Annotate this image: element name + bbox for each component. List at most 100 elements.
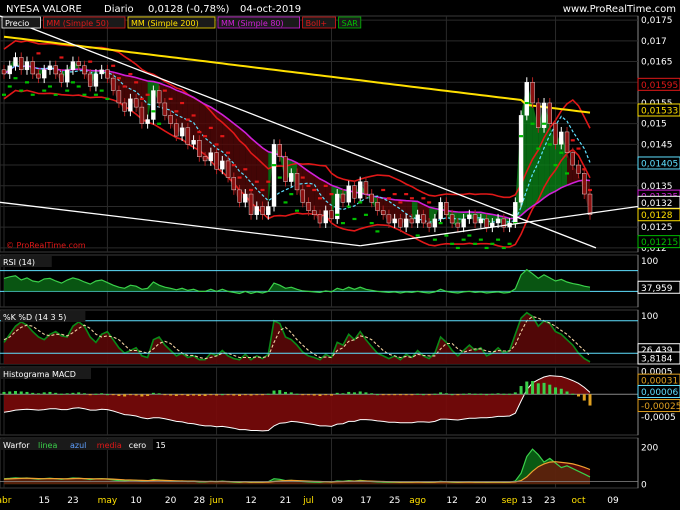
candle-body <box>59 73 64 83</box>
macd-hist-bar <box>358 391 362 395</box>
macd-hist-bar <box>548 384 552 395</box>
macd-hist-bar <box>19 391 23 395</box>
y-tick-main: 0,017 <box>641 37 667 47</box>
macd-hist-bar <box>82 393 86 395</box>
candle-body <box>432 218 438 228</box>
x-tick-label: 12 <box>245 496 256 506</box>
legend-item: MM (Simple 80) <box>221 19 284 28</box>
macd-hist-bar <box>364 392 368 395</box>
macd-hist-bar <box>329 394 333 396</box>
x-tick-label: 09 <box>607 496 619 506</box>
sar-dot <box>432 238 437 241</box>
candle-body <box>403 218 409 228</box>
sar-dot <box>203 135 208 138</box>
y-tick-main: 0,0125 <box>641 223 673 233</box>
macd-hist-bar <box>404 394 408 396</box>
candle-body <box>449 214 455 224</box>
sar-dot <box>346 205 351 208</box>
sar-dot <box>375 230 380 233</box>
warfor-legend-item: azul <box>70 441 86 450</box>
macd-hist-bar <box>295 393 299 395</box>
candle-body <box>197 140 202 157</box>
sar-dot <box>272 164 277 167</box>
header-date: 04-oct-2019 <box>240 4 301 15</box>
macd-hist-bar <box>65 393 69 395</box>
sar-dot <box>582 168 587 171</box>
sar-dot <box>507 242 512 245</box>
sar-dot <box>185 118 190 121</box>
macd-hist-bar <box>542 382 546 395</box>
sar-dot <box>570 139 575 142</box>
sar-dot <box>134 81 139 84</box>
sar-dot <box>530 122 535 125</box>
sar-dot <box>7 85 12 88</box>
candle-body <box>110 77 116 91</box>
macd-hist-bar <box>427 394 431 396</box>
candle-body <box>409 218 415 224</box>
candle-body <box>582 173 587 195</box>
macd-hist-bar <box>226 394 230 396</box>
sar-dot <box>208 126 213 129</box>
sar-dot <box>473 242 478 245</box>
sar-dot <box>24 81 29 84</box>
y-tick-macd: -0,0005 <box>641 413 676 423</box>
candle-body <box>248 193 254 215</box>
legend-item: MM (Simple 50) <box>46 19 109 28</box>
x-tick-label: 23 <box>544 496 555 506</box>
candle-body <box>179 127 185 137</box>
value-tag-text: 0,00006 <box>641 388 678 398</box>
sar-dot <box>65 89 70 92</box>
warfor-legend-item: cero <box>129 441 146 450</box>
candle-body <box>421 214 426 224</box>
candle-body <box>24 61 30 71</box>
sar-dot <box>398 201 403 204</box>
sar-dot <box>392 193 397 196</box>
sar-dot <box>317 197 322 200</box>
sar-dot <box>231 164 236 167</box>
candle-body <box>352 185 357 199</box>
sar-dot <box>116 77 121 80</box>
macd-hist-bar <box>255 394 259 396</box>
macd-hist-bar <box>209 394 213 396</box>
sar-dot <box>162 89 167 92</box>
sar-dot <box>88 60 93 63</box>
candle-body <box>254 206 259 215</box>
sar-dot <box>559 151 564 154</box>
macd-hist-bar <box>318 394 322 397</box>
candle-body <box>277 144 282 157</box>
macd-hist-bar <box>180 394 184 396</box>
candle-body <box>231 177 237 191</box>
macd-hist-bar <box>203 394 207 397</box>
candle-body <box>191 140 196 145</box>
sar-dot <box>277 176 282 179</box>
sar-dot <box>547 143 552 146</box>
macd-hist-bar <box>473 393 477 395</box>
sar-dot <box>283 201 288 204</box>
sar-dot <box>220 135 225 138</box>
sar-dot <box>99 89 104 92</box>
candle-body <box>472 214 478 224</box>
candle-body <box>553 123 558 145</box>
sar-dot <box>409 197 414 200</box>
sar-dot <box>266 180 271 183</box>
candle-body <box>260 206 265 215</box>
macd-hist-bar <box>306 394 310 396</box>
candle-body <box>340 193 346 203</box>
macd-hist-bar <box>341 393 345 395</box>
macd-hist-bar <box>525 381 529 395</box>
macd-hist-bar <box>398 394 402 396</box>
macd-hist-bar <box>301 394 305 396</box>
sar-dot <box>478 238 483 241</box>
candle-body <box>214 152 219 170</box>
sar-dot <box>335 213 340 216</box>
sar-dot <box>157 122 162 125</box>
candle-body <box>220 160 225 170</box>
candle-body <box>168 115 173 124</box>
header-symbol: NYESA VALORE <box>6 4 82 15</box>
warfor-legend-item: media <box>97 441 122 450</box>
value-tag-text: 37,959 <box>641 284 673 294</box>
candle-body <box>202 156 208 162</box>
candle-body <box>19 57 24 71</box>
macd-hist-bar <box>151 392 155 395</box>
macd-hist-bar <box>31 392 35 395</box>
